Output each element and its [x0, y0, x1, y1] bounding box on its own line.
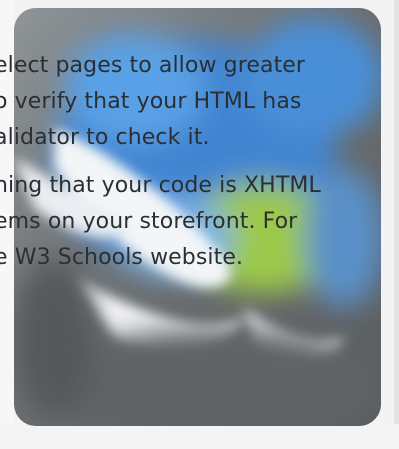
text-line: alidator to check it. — [0, 125, 210, 150]
text-line: o verify that your HTML has — [0, 89, 302, 114]
paragraph-xhtml: ning that your code is XHTML ems on your… — [0, 168, 321, 276]
text-line: elect pages to allow greater — [0, 53, 306, 78]
viewport: elect pages to allow greater o verify th… — [0, 0, 399, 449]
text-line: e W3 Schools website. — [0, 245, 244, 270]
paragraph-validation: elect pages to allow greater o verify th… — [0, 48, 305, 156]
text-line: ning that your code is XHTML — [0, 173, 321, 198]
text-line: ems on your storefront. For — [0, 209, 298, 234]
text-content: elect pages to allow greater o verify th… — [0, 0, 399, 449]
